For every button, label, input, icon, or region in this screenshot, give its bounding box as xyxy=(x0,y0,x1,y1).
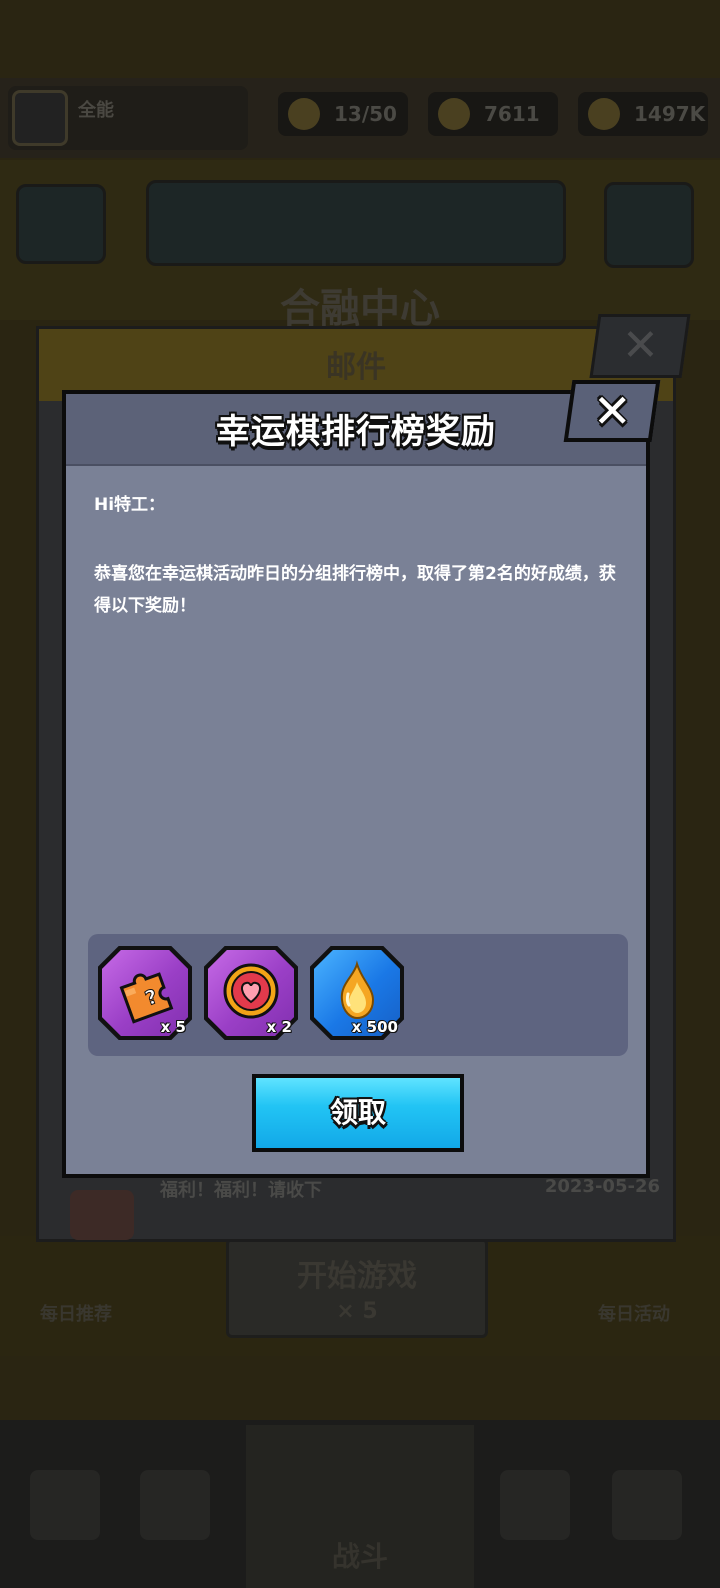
stamina-value: 13/50 xyxy=(334,102,397,126)
daily-recommend-label: 每日推荐 xyxy=(40,1304,112,1325)
reward-item[interactable]: ? x 5 xyxy=(98,946,192,1040)
dialog-title: 幸运棋排行榜奖励 xyxy=(216,412,496,452)
nav-battle-tab: 战斗 xyxy=(246,1425,474,1588)
gem-counter: 7611 xyxy=(428,92,558,136)
greeting-text: Hi特工： xyxy=(94,495,166,515)
reward-dialog: 幸运棋排行榜奖励 Hi特工： 恭喜您在幸运棋活动昨日的分组排行榜中，取得了第2名… xyxy=(62,390,650,1178)
reward-item[interactable]: x 2 xyxy=(204,946,298,1040)
reward-qty: x 5 xyxy=(160,1018,186,1036)
start-game-label: 开始游戏 xyxy=(297,1259,417,1294)
nav-weapon-icon xyxy=(612,1470,682,1540)
dialog-close-button[interactable]: ✕ xyxy=(563,380,661,442)
coin-value: 1497K xyxy=(634,102,706,126)
nav-shop-icon xyxy=(30,1470,100,1540)
stamina-counter: 13/50 xyxy=(278,92,408,136)
avatar xyxy=(12,90,68,146)
coin-counter: 1497K xyxy=(578,92,708,136)
gem-icon xyxy=(438,98,470,130)
claim-button-label: 领取 xyxy=(329,1096,386,1129)
player-name: 全能 xyxy=(78,100,114,121)
puzzle-piece-icon: ? xyxy=(119,972,174,1024)
nav-battle-label: 战斗 xyxy=(331,1540,388,1573)
rank-banner xyxy=(146,180,566,266)
daily-event-label: 每日活动 xyxy=(598,1304,670,1325)
claim-button[interactable]: 领取 xyxy=(252,1074,464,1152)
nav-team-icon xyxy=(500,1470,570,1540)
stamina-icon xyxy=(288,98,320,130)
mail-item-date: 2023-05-26 xyxy=(544,1176,660,1197)
gem-value: 7611 xyxy=(484,102,540,126)
menu-button xyxy=(16,184,106,264)
close-icon: ✕ xyxy=(592,384,632,438)
reward-item[interactable]: x 500 xyxy=(310,946,404,1040)
gift-icon xyxy=(70,1190,134,1240)
coin-icon xyxy=(588,98,620,130)
golden-flame-icon xyxy=(340,960,375,1020)
reward-tray: ? x 5 x 2 x 500 xyxy=(88,934,628,1056)
start-game-button: 开始游戏 × 5 xyxy=(226,1238,488,1338)
dialog-header: 幸运棋排行榜奖励 xyxy=(66,394,646,466)
reward-qty: x 2 xyxy=(266,1018,292,1036)
message-body: 恭喜您在幸运棋活动昨日的分组排行榜中，取得了第2名的好成绩，获得以下奖励！ xyxy=(94,564,616,616)
mail-item-title: 福利！福利！请收下 xyxy=(160,1180,322,1201)
reward-qty: x 500 xyxy=(351,1018,398,1036)
mail-list-item[interactable]: 福利！福利！请收下 2023-05-26 xyxy=(160,1176,660,1202)
mail-close-button[interactable]: ✕ xyxy=(589,314,691,378)
shield-button xyxy=(604,182,694,268)
claim-button-face: 领取 xyxy=(256,1078,460,1148)
nav-cards-icon xyxy=(140,1470,210,1540)
heart-medal-icon xyxy=(223,963,279,1019)
close-icon: ✕ xyxy=(621,320,659,371)
start-cost: × 5 xyxy=(336,1299,378,1324)
player-profile: 全能 xyxy=(8,86,248,150)
